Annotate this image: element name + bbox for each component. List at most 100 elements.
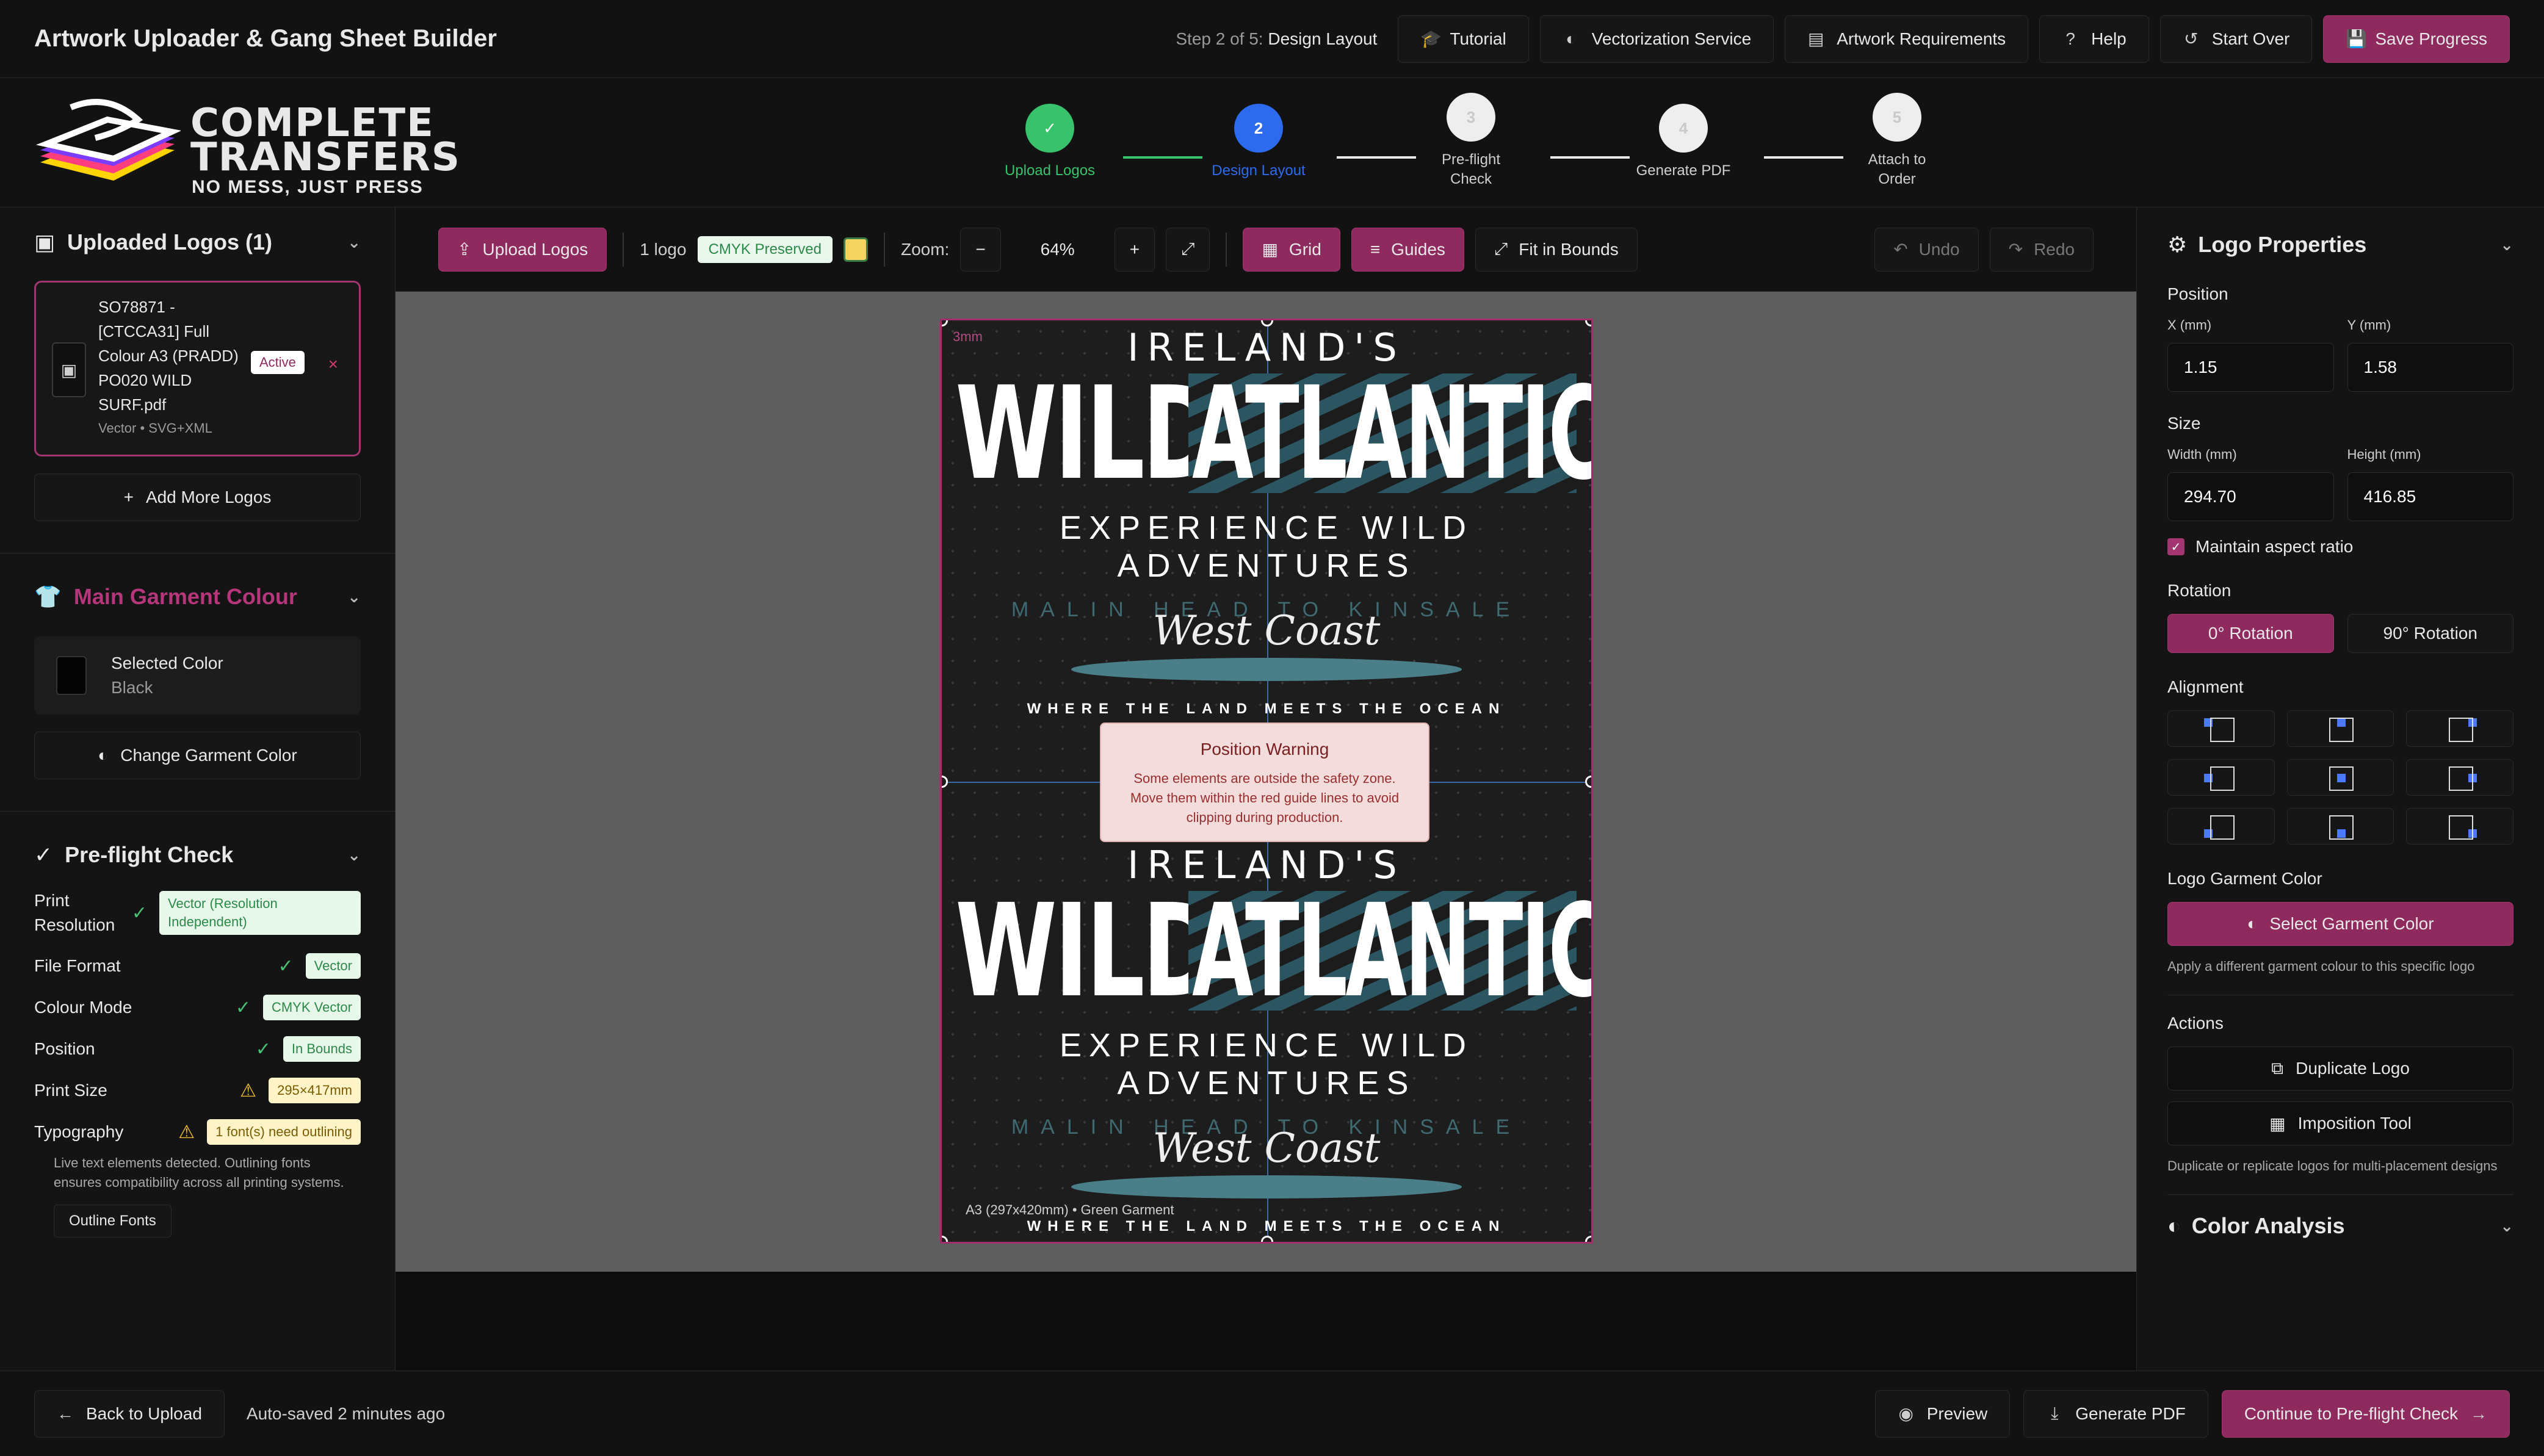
step-design-layout[interactable]: 2 Design Layout (1210, 104, 1307, 181)
align-bottom-right[interactable] (2406, 808, 2513, 845)
preflight-label: Position (34, 1039, 95, 1058)
art-where-text: WHERE THE LAND MEETS THE OCEAN (1027, 701, 1506, 717)
color-swatch-icon[interactable] (843, 237, 868, 262)
outline-fonts-button[interactable]: Outline Fonts (54, 1205, 172, 1238)
preflight-label: Colour Mode (34, 998, 132, 1017)
x-input[interactable]: 1.15 (2167, 343, 2334, 392)
requirements-label: Artwork Requirements (1837, 29, 2006, 48)
resize-handle[interactable] (1261, 1236, 1273, 1242)
fit-in-bounds-button[interactable]: ⤢ Fit in Bounds (1475, 227, 1638, 272)
logo-properties-title: Logo Properties (2198, 232, 2367, 257)
duplicate-logo-button[interactable]: ⧉ Duplicate Logo (2167, 1047, 2513, 1090)
checkmark-icon: ✓ (131, 903, 147, 923)
undo-label: Undo (1918, 239, 1960, 259)
resize-handle[interactable] (1585, 776, 1591, 788)
artwork-bottom[interactable]: IRELAND'S WILD ATLANTIC EXPERIENCE WILD … (942, 843, 1591, 1242)
width-label: Width (mm) (2167, 447, 2237, 462)
align-bottom-center[interactable] (2286, 808, 2394, 845)
uploaded-logos-header[interactable]: ▣ Uploaded Logos (1) ⌄ (34, 229, 361, 255)
undo-button[interactable]: ↶ Undo (1874, 227, 1979, 272)
guides-toggle-button[interactable]: ≡ Guides (1351, 227, 1464, 272)
step-prefix: Step 2 of 5: (1176, 29, 1263, 48)
align-top-left[interactable] (2167, 710, 2275, 747)
remove-logo-icon[interactable]: × (328, 355, 338, 374)
arrow-left-icon: ← (57, 1404, 74, 1423)
check-circle-icon: ✓ (34, 842, 53, 867)
uploaded-logo-card[interactable]: ▣ SO78871 - [CTCCA31] Full Colour A3 (PR… (34, 281, 361, 456)
step-upload-logos[interactable]: ✓ Upload Logos (1001, 104, 1099, 181)
select-garment-color-button[interactable]: ◐ Select Garment Color (2167, 902, 2513, 946)
imposition-tool-button[interactable]: ▦ Imposition Tool (2167, 1101, 2513, 1145)
imposition-label: Imposition Tool (2297, 1114, 2412, 1133)
resize-handle[interactable] (942, 776, 948, 788)
zoom-in-button[interactable]: + (1114, 227, 1155, 272)
start-over-button[interactable]: ↺ Start Over (2159, 15, 2313, 63)
help-icon: ? (2065, 29, 2075, 48)
art-wild-text: WILD (955, 359, 1219, 508)
copy-icon: ⧉ (2271, 1058, 2284, 1078)
step-4-label: Generate PDF (1636, 162, 1731, 179)
garment-colour-section: 👕 Main Garment Colour ⌄ Selected Color Bl… (0, 553, 395, 812)
left-sidebar: ▣ Uploaded Logos (1) ⌄ ▣ SO78871 - [CTCCA… (0, 207, 396, 1371)
artwork-top[interactable]: IRELAND'S WILD ATLANTIC EXPERIENCE WILD … (942, 325, 1591, 741)
vectorization-service-button[interactable]: ◐ Vectorization Service (1539, 15, 1774, 63)
tutorial-label: Tutorial (1450, 29, 1506, 48)
expand-icon: ⤢ (1181, 239, 1195, 258)
grid-toggle-button[interactable]: ▦ Grid (1243, 227, 1340, 272)
continue-button[interactable]: Continue to Pre-flight Check → (2221, 1389, 2510, 1438)
preflight-header[interactable]: ✓ Pre-flight Check ⌄ (34, 842, 361, 868)
aspect-checkbox[interactable]: ✓ (2167, 538, 2184, 555)
canvas-footer-area (396, 1272, 2136, 1371)
maintain-aspect-row[interactable]: ✓ Maintain aspect ratio (2167, 537, 2513, 557)
tutorial-button[interactable]: 🎓 Tutorial (1398, 15, 1529, 63)
image-icon: ▣ (34, 229, 56, 254)
align-top-right[interactable] (2406, 710, 2513, 747)
step-pre-flight-check[interactable]: 3 Pre-flight Check (1422, 93, 1520, 189)
back-to-upload-button[interactable]: ← Back to Upload (34, 1389, 225, 1438)
step-generate-pdf[interactable]: 4 Generate PDF (1635, 104, 1732, 181)
rotation-90-button[interactable]: 90° Rotation (2347, 614, 2513, 653)
fullscreen-button[interactable]: ⤢ (1166, 227, 1210, 272)
rotation-0-button[interactable]: 0° Rotation (2167, 614, 2334, 653)
footer-bar: ← Back to Upload Auto-saved 2 minutes ago… (0, 1371, 2544, 1456)
step-name: Design Layout (1268, 29, 1378, 48)
upload-logos-button[interactable]: ⇪ Upload Logos (438, 227, 607, 272)
step-attach-to-order[interactable]: 5 Attach to Order (1848, 93, 1946, 189)
redo-button[interactable]: ↷ Redo (1989, 227, 2094, 272)
file-thumbnail-icon: ▣ (52, 342, 86, 397)
save-progress-button[interactable]: 💾 Save Progress (2323, 15, 2510, 63)
width-input[interactable]: 294.70 (2167, 472, 2334, 521)
zoom-out-button[interactable]: − (960, 227, 1001, 272)
step-4-circle: 4 (1659, 104, 1708, 153)
palette-icon: ◐ (1566, 29, 1577, 48)
uploaded-logos-section: ▣ Uploaded Logos (1) ⌄ ▣ SO78871 - [CTCCA… (0, 207, 395, 553)
art-experience-text: EXPERIENCE WILD ADVENTURES (1059, 510, 1474, 584)
download-icon: ⤓ (2051, 1404, 2059, 1422)
color-analysis-header[interactable]: ◐ Color Analysis ⌄ (2167, 1213, 2513, 1239)
height-input[interactable]: 416.85 (2347, 472, 2513, 521)
align-bottom-left[interactable] (2167, 808, 2275, 845)
checkmark-icon: ✓ (278, 956, 294, 976)
logo-properties-header[interactable]: ⚙ Logo Properties ⌄ (2167, 232, 2513, 258)
resize-handle[interactable] (1585, 1236, 1591, 1242)
footer-actions: ◉ Preview ⤓ Generate PDF Continue to Pre-f… (1874, 1389, 2510, 1438)
artwork-requirements-button[interactable]: ▤ Artwork Requirements (1785, 15, 2029, 63)
preflight-label: Print Resolution (34, 891, 115, 934)
preview-button[interactable]: ◉ Preview (1874, 1389, 2011, 1438)
y-input[interactable]: 1.58 (2347, 343, 2513, 392)
logo-garment-color-label: Logo Garment Color (2167, 869, 2322, 888)
align-top-center[interactable] (2286, 710, 2394, 747)
add-more-logos-button[interactable]: + Add More Logos (34, 474, 361, 521)
align-middle-right[interactable] (2406, 759, 2513, 796)
guides-icon: ≡ (1370, 239, 1381, 259)
fit-label: Fit in Bounds (1519, 239, 1619, 259)
align-middle-left[interactable] (2167, 759, 2275, 796)
step-2-circle: 2 (1234, 104, 1283, 153)
garment-colour-header[interactable]: 👕 Main Garment Colour ⌄ (34, 584, 361, 610)
align-center[interactable] (2286, 759, 2394, 796)
add-more-label: Add More Logos (145, 488, 272, 506)
help-button[interactable]: ? Help (2039, 15, 2149, 63)
art-atlantic-text: ATLANTIC (1192, 359, 1593, 508)
generate-pdf-button[interactable]: ⤓ Generate PDF (2023, 1389, 2208, 1438)
change-garment-color-button[interactable]: ◐ Change Garment Color (34, 732, 361, 779)
